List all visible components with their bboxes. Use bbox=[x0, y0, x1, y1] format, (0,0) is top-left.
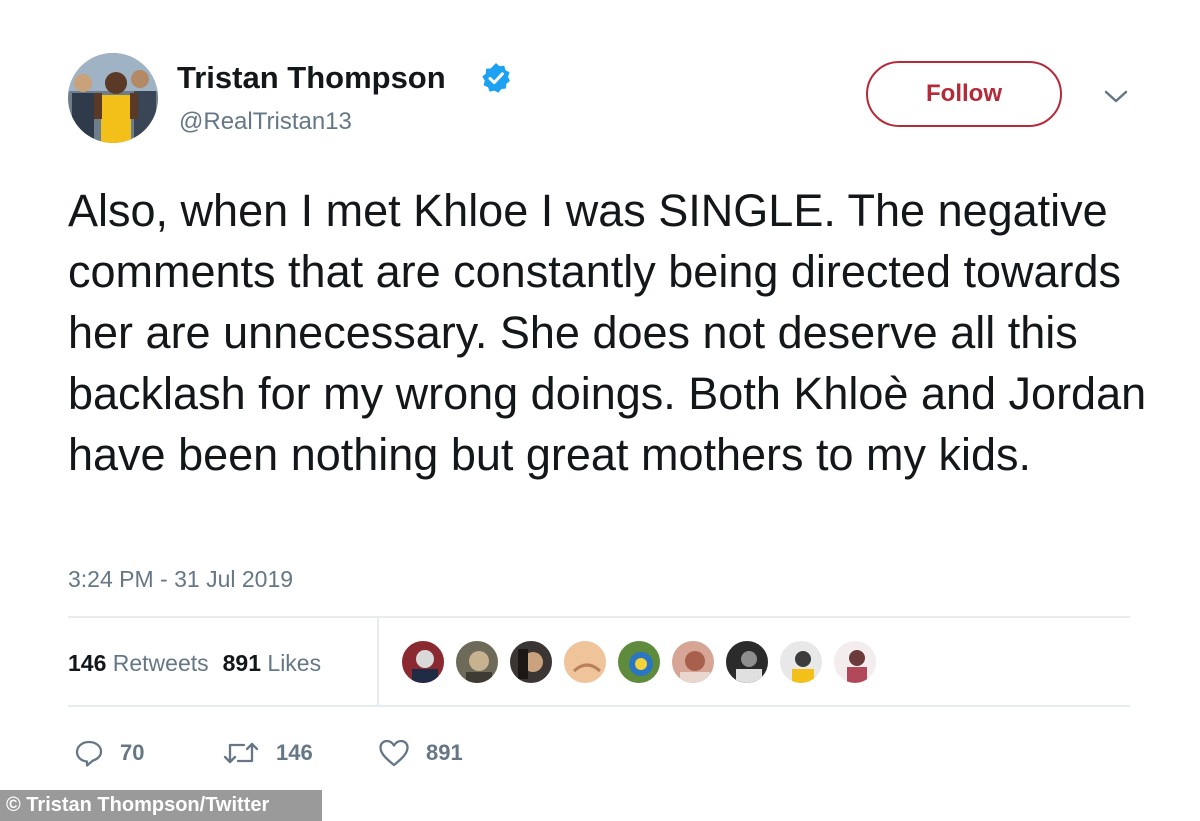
retweets-label: Retweets bbox=[112, 650, 209, 676]
avatar-image bbox=[68, 53, 158, 143]
liker-avatar[interactable] bbox=[832, 639, 878, 685]
author-display-name[interactable]: Tristan Thompson bbox=[177, 58, 446, 98]
like-count: 891 bbox=[426, 740, 463, 765]
liker-avatar[interactable] bbox=[508, 639, 554, 685]
liker-avatar[interactable] bbox=[724, 639, 770, 685]
retweet-button[interactable]: 146 bbox=[222, 735, 313, 771]
divider-bottom bbox=[68, 705, 1130, 707]
author-handle[interactable]: @RealTristan13 bbox=[179, 107, 352, 137]
likes-count: 891 bbox=[222, 650, 262, 676]
reply-icon bbox=[75, 740, 103, 767]
like-button[interactable]: 891 bbox=[378, 735, 463, 771]
likes-label: Likes bbox=[267, 650, 322, 676]
tweet-timestamp[interactable]: 3:24 PM - 31 Jul 2019 bbox=[68, 564, 293, 594]
retweets-stat[interactable]: 146 Retweets bbox=[68, 650, 209, 676]
liker-avatar[interactable] bbox=[454, 639, 500, 685]
tweet-text: Also, when I met Khloe I was SINGLE. The… bbox=[68, 185, 1147, 480]
follow-button[interactable]: Follow bbox=[866, 61, 1062, 127]
divider-top bbox=[68, 616, 1130, 618]
reply-button[interactable]: 70 bbox=[74, 735, 144, 771]
verified-badge-icon bbox=[482, 63, 510, 93]
retweet-count: 146 bbox=[276, 740, 313, 765]
retweet-icon bbox=[223, 742, 259, 764]
image-credit: © Tristan Thompson/Twitter bbox=[0, 790, 322, 821]
liker-avatar[interactable] bbox=[670, 639, 716, 685]
reply-count: 70 bbox=[120, 740, 145, 765]
liker-avatar[interactable] bbox=[400, 639, 446, 685]
author-avatar[interactable] bbox=[68, 53, 158, 143]
stats-separator bbox=[377, 617, 379, 705]
engagement-stats: 146 Retweets 891 Likes bbox=[68, 648, 321, 678]
tweet-card: Tristan Thompson @RealTristan13 Follow A… bbox=[0, 0, 1200, 821]
retweets-count: 146 bbox=[68, 650, 107, 676]
liker-avatar[interactable] bbox=[778, 639, 824, 685]
liker-avatar[interactable] bbox=[562, 639, 608, 685]
liker-avatar[interactable] bbox=[616, 639, 662, 685]
likes-stat[interactable]: 891 Likes bbox=[223, 650, 321, 676]
chevron-down-icon[interactable] bbox=[1103, 88, 1129, 106]
heart-icon bbox=[379, 739, 409, 767]
